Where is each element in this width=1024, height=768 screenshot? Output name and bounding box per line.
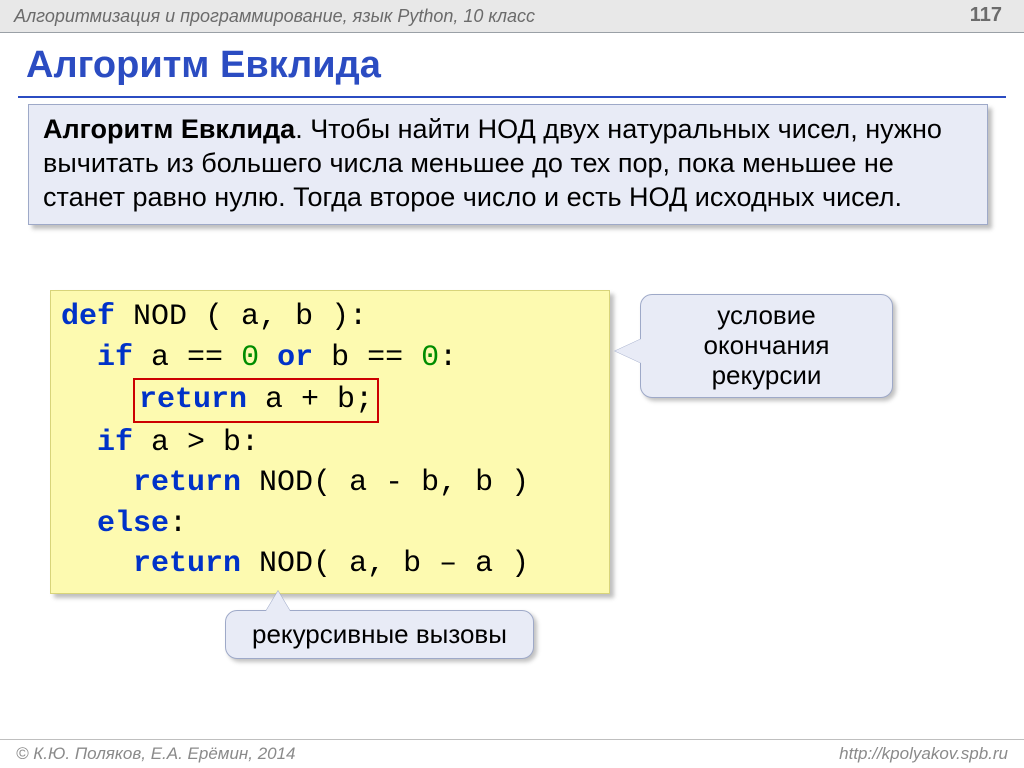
cond1b: b ==	[331, 341, 421, 375]
footer-url: http://kpolyakov.spb.ru	[839, 744, 1008, 764]
code-block: def NOD ( a, b ): if a == 0 or b == 0: r…	[50, 290, 610, 594]
page-number: 117	[970, 4, 1002, 27]
cond1a: a ==	[133, 341, 241, 375]
fn-args: ( a, b ):	[187, 300, 367, 334]
num-zero: 0	[421, 341, 439, 375]
slide-title: Алгоритм Евклида	[26, 44, 381, 87]
callout-tail-icon	[615, 339, 641, 363]
title-underline	[18, 96, 1006, 98]
callout-termination: условие окончания рекурсии	[640, 294, 893, 398]
call3: NOD( a, b – a )	[241, 547, 529, 581]
kw-if: if	[97, 341, 133, 375]
colon: :	[169, 507, 187, 541]
kw-or: or	[259, 341, 331, 375]
kw-if: if	[97, 426, 133, 460]
boxed-return: return a + b;	[133, 378, 379, 423]
call2: NOD( a - b, b )	[241, 466, 529, 500]
callout-recursive-calls: рекурсивные вызовы	[225, 610, 534, 659]
header-bar: Алгоритмизация и программирование, язык …	[0, 0, 1024, 33]
callout-text: условие окончания рекурсии	[704, 300, 830, 390]
kw-return: return	[133, 547, 241, 581]
kw-def: def	[61, 300, 115, 334]
course-label: Алгоритмизация и программирование, язык …	[14, 6, 535, 27]
definition-box: Алгоритм Евклида. Чтобы найти НОД двух н…	[28, 104, 988, 225]
footer-bar: © К.Ю. Поляков, Е.А. Ерёмин, 2014 http:/…	[0, 739, 1024, 768]
ret1: a + b;	[247, 383, 373, 417]
cond2: a > b:	[133, 426, 259, 460]
fn-name: NOD	[133, 300, 187, 334]
kw-return: return	[139, 383, 247, 417]
slide: Алгоритмизация и программирование, язык …	[0, 0, 1024, 768]
kw-else: else	[97, 507, 169, 541]
footer-copyright: © К.Ю. Поляков, Е.А. Ерёмин, 2014	[16, 744, 296, 764]
callout-text: рекурсивные вызовы	[252, 619, 507, 649]
callout-tail-icon	[266, 591, 290, 611]
colon: :	[439, 341, 457, 375]
kw-return: return	[133, 466, 241, 500]
definition-lead: Алгоритм Евклида	[43, 114, 295, 144]
num-zero: 0	[241, 341, 259, 375]
